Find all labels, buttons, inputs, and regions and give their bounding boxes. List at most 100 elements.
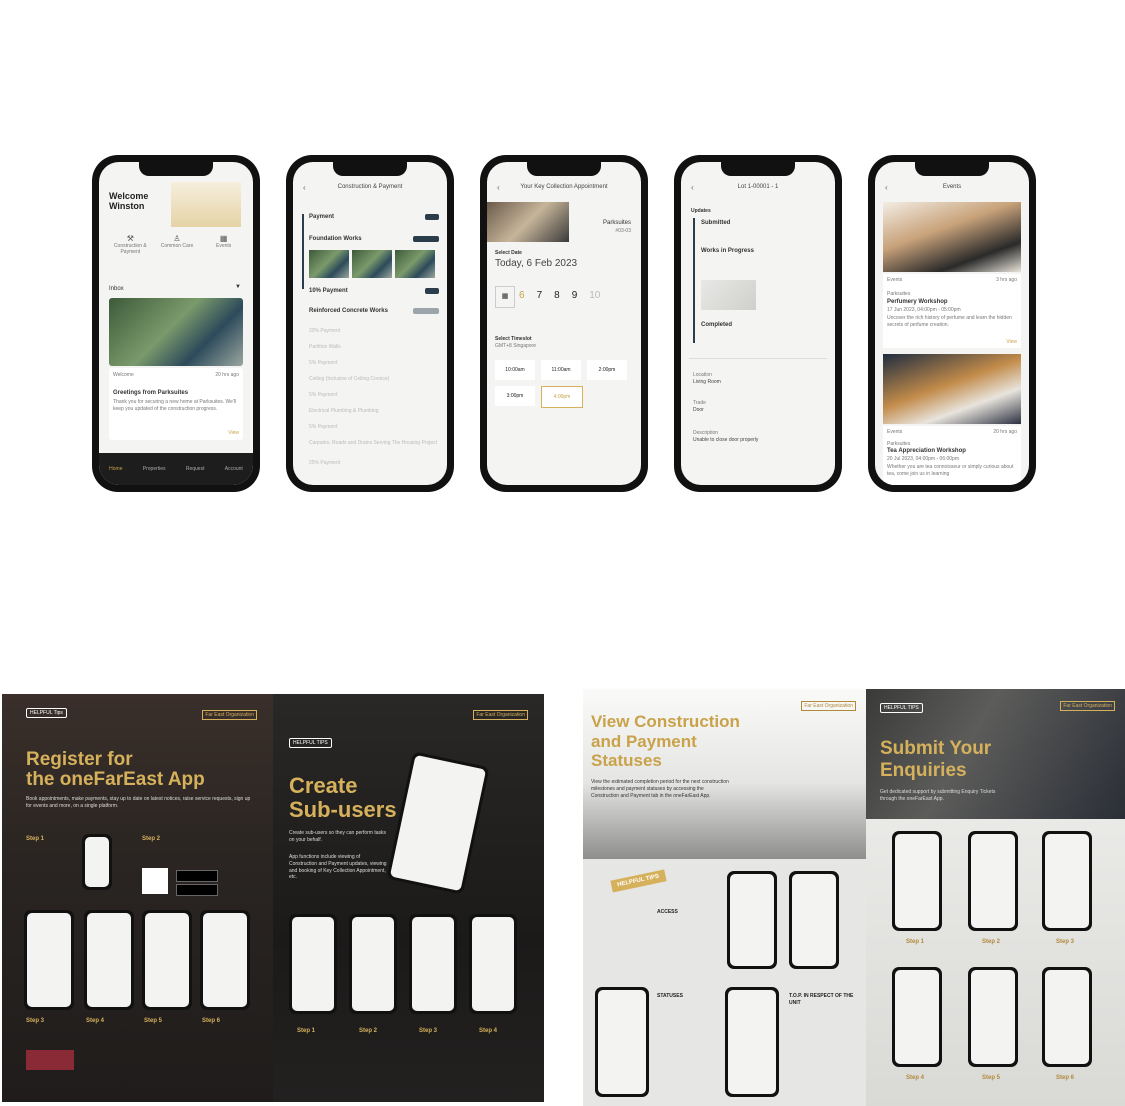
person-icon: ♙ [173,234,181,243]
qr-code [142,868,168,894]
status-submitted: Submitted [701,220,731,226]
filter-icon[interactable]: ▼ [235,284,241,290]
poster-view-construction: Far East Organization View Construction … [583,689,866,1106]
poster-body: App functions include viewing of Constru… [289,854,387,881]
site-photo[interactable] [352,250,392,278]
description-label: Description [693,430,719,436]
phone-thumbnail [409,914,457,1014]
card-time: 20 hrs ago [215,372,239,378]
select-timeslot-label: Select Timeslot [495,336,532,342]
unit-number: #03-03 [615,228,631,234]
day-option[interactable]: 10 [589,290,600,301]
step-label: Step 6 [1056,1075,1075,1081]
poster-title-line2: Sub-users [289,797,397,822]
timeslot-button[interactable]: 11:00am [541,360,581,380]
google-play-badge[interactable] [176,884,218,896]
photo-strip [309,250,435,278]
day-option[interactable]: 6 [519,290,525,301]
site-photo[interactable] [395,250,435,278]
step-label: Step 1 [906,939,925,945]
event-title: Perfumery Workshop [887,299,948,305]
calendar-icon[interactable]: ▦ [495,286,515,308]
poster-title-line2: and Payment [591,732,697,751]
location-label: Location [693,372,712,378]
timeslot-button[interactable]: 3:00pm [495,386,535,406]
poster-intro: Book appointments, make payments, stay u… [26,796,251,809]
phone-thumbnail [24,910,74,1010]
phone-thumbnail [289,914,337,1014]
day-picker: 6 7 8 9 10 [519,290,600,301]
upcoming-item: 20% Payment [309,328,341,334]
upcoming-item: Ceiling (Inclusive of Ceiling Cornice) [309,376,390,382]
nav-account[interactable]: Account [225,466,243,472]
event-card[interactable]: Events 3 hrs ago Parksuites Perfumery Wo… [883,274,1021,348]
shortcut-label: Construction & Payment [113,243,147,255]
phone-thumbnail [892,967,942,1067]
inbox-card[interactable]: Welcome 20 hrs ago Greetings from Parksu… [109,368,243,440]
site-photo[interactable] [309,250,349,278]
phone-ticket: ‹ Lot 1-00001 - 1 Updates Submitted Work… [674,155,842,492]
poster-title-line3: Statuses [591,751,662,770]
phone-notch [721,162,795,176]
poster-title-line1: Submit Your [880,738,992,759]
far-east-logo: Far East Organization [473,710,528,720]
step-label: Step 1 [26,836,45,842]
shortcut-label: Common Care [160,243,194,249]
timezone-label: GMT+8 Singapore [495,343,536,349]
step-label: Step 3 [419,1028,438,1034]
step-label: Step 2 [982,939,1001,945]
progress-photo[interactable] [701,280,756,310]
upcoming-item: 5% Payment [309,392,338,398]
card-view-link[interactable]: View [228,430,239,436]
events-screen: ‹ Events Events 3 hrs ago Parksuites Per… [875,162,1029,485]
event-card[interactable]: Events 20 hrs ago Parksuites Tea Appreci… [883,426,1021,485]
unit-photo [487,202,569,242]
poster-title-line2: the oneFarEast App [26,769,205,790]
nav-request[interactable]: Request [186,466,205,472]
event-tag: Events [887,277,903,283]
poster-title-line2: Enquiries [880,760,967,781]
timeslot-button[interactable]: 10:00am [495,360,535,380]
milestone-foundation: Foundation Works [309,236,362,242]
phone-thumbnail [200,910,250,1010]
milestone-10pct: 10% Payment [309,288,348,294]
event-view-link[interactable]: View [1006,339,1017,345]
far-east-logo: Far East Organization [1060,701,1115,711]
step-label: Step 1 [297,1028,316,1034]
updates-label: Updates [691,208,711,214]
phone-thumbnail [968,831,1018,931]
event-image [883,354,1021,424]
status-badge [425,214,439,220]
timeslot-button[interactable]: 2:00pm [587,360,627,380]
phone-thumbnail [892,831,942,931]
day-option[interactable]: 9 [572,290,578,301]
trade-value: Door [693,407,704,413]
day-option[interactable]: 7 [537,290,543,301]
phone-home: Welcome Winston ⚒ Construction & Payment… [92,155,260,492]
nav-properties[interactable]: Properties [143,466,166,472]
timeslot-button-selected[interactable]: 4:00pm [541,386,583,408]
phone-thumbnail [1042,831,1092,931]
phone-thumbnail [469,914,517,1014]
construction-screen: ‹ Construction & Payment Payment Foundat… [293,162,447,485]
step-label: Step 3 [1056,939,1075,945]
poster-title-line1: Create [289,773,358,798]
poster-title-line1: Register for [26,749,133,770]
selected-date: Today, 6 Feb 2023 [495,258,578,269]
step-label: Step 4 [906,1075,925,1081]
screen-header: Construction & Payment [337,184,403,190]
upcoming-item: 5% Payment [309,424,338,430]
app-store-badge[interactable] [176,870,218,882]
poster-title-line1: View Construction [591,712,740,731]
shortcut-label: Events [215,243,232,249]
upcoming-item: Electrical Plumbing & Plumbing [309,408,379,414]
shortcut-events[interactable]: ▦ Events [204,234,244,255]
ticket-screen: ‹ Lot 1-00001 - 1 Updates Submitted Work… [681,162,835,485]
shortcut-construction[interactable]: ⚒ Construction & Payment [110,234,150,255]
shortcut-common-care[interactable]: ♙ Common Care [157,234,197,255]
step-label: Step 4 [479,1028,498,1034]
inbox-label: Inbox [109,286,124,292]
nav-home[interactable]: Home [109,466,122,472]
day-option[interactable]: 8 [554,290,560,301]
event-time: 20 hrs ago [993,429,1017,435]
